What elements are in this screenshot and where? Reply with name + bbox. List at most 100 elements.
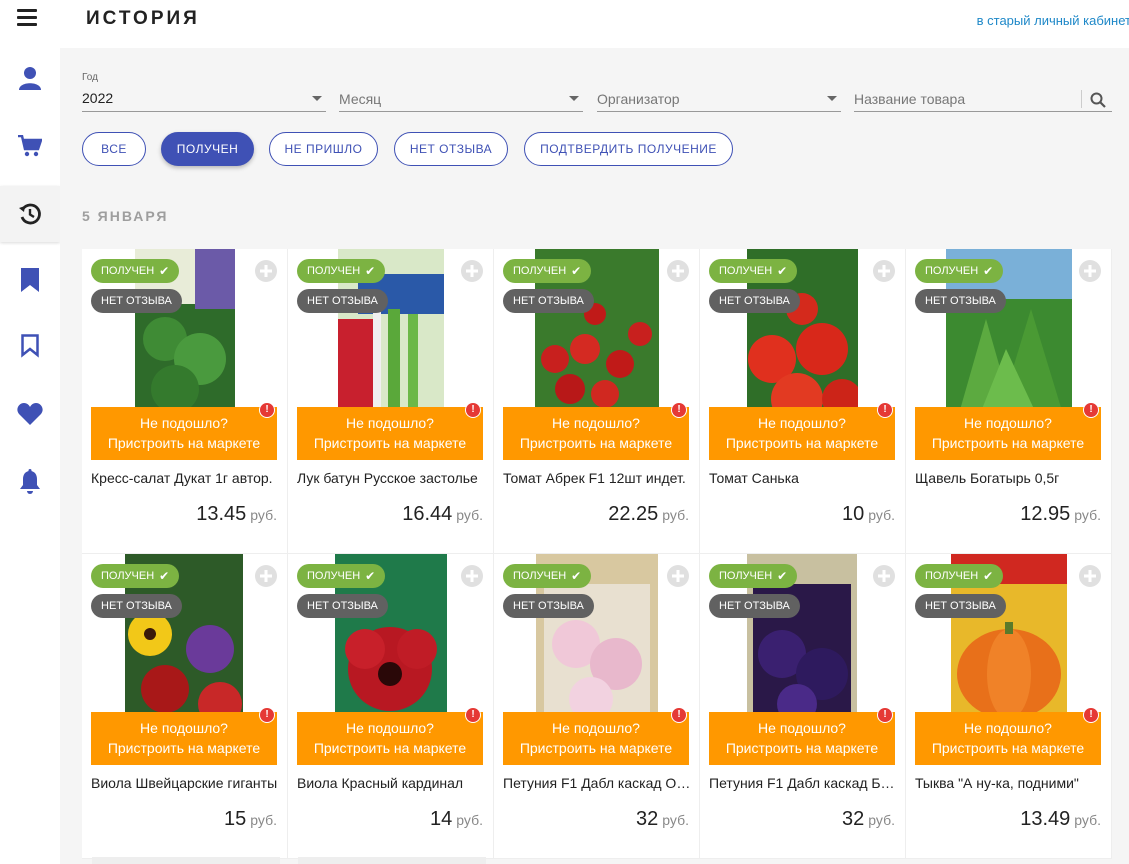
status-badge-received: ПОЛУЧЕН ✔ xyxy=(709,564,798,588)
add-to-list-icon[interactable] xyxy=(460,259,484,283)
product-card[interactable]: ПОЛУЧЕН ✔ НЕТ ОТЗЫВА Не подошло? Пристрои… xyxy=(82,554,288,859)
alert-icon: ! xyxy=(465,402,481,418)
chip-no-review[interactable]: НЕТ ОТЗЫВА xyxy=(394,132,508,166)
alert-icon: ! xyxy=(671,402,687,418)
product-card[interactable]: ПОЛУЧЕН ✔ НЕТ ОТЗЫВА Не подошло? Пристрои… xyxy=(288,249,494,554)
status-badge-no-review: НЕТ ОТЗЫВА xyxy=(297,594,388,618)
chip-not-arrived[interactable]: НЕ ПРИШЛО xyxy=(269,132,378,166)
resell-on-market-button[interactable]: Не подошло? Пристроить на маркете ! xyxy=(709,402,895,460)
add-to-list-icon[interactable] xyxy=(1078,564,1102,588)
status-badge-received: ПОЛУЧЕН ✔ xyxy=(503,564,592,588)
alert-icon: ! xyxy=(671,707,687,723)
sidebar-item-history[interactable] xyxy=(0,186,60,242)
product-name[interactable]: Петуния F1 Дабл каскад Орхид xyxy=(503,775,691,791)
check-icon: ✔ xyxy=(777,569,788,583)
product-card[interactable]: ПОЛУЧЕН ✔ НЕТ ОТЗЫВА Не подошло? Пристрои… xyxy=(82,249,288,554)
status-badge-no-review: НЕТ ОТЗЫВА xyxy=(297,289,388,313)
status-badge-received: ПОЛУЧЕН ✔ xyxy=(503,259,592,283)
status-badge-no-review: НЕТ ОТЗЫВА xyxy=(915,289,1006,313)
month-select[interactable]: Месяц xyxy=(339,68,583,112)
check-icon: ✔ xyxy=(159,569,170,583)
history-icon xyxy=(19,203,41,225)
add-to-list-icon[interactable] xyxy=(254,259,278,283)
resell-on-market-button[interactable]: Не подошло? Пристроить на маркете ! xyxy=(709,707,895,765)
status-badge-received: ПОЛУЧЕН ✔ xyxy=(297,259,386,283)
check-icon: ✔ xyxy=(571,569,582,583)
product-name[interactable]: Лук батун Русское застолье xyxy=(297,470,485,486)
alert-icon: ! xyxy=(877,402,893,418)
resell-on-market-button[interactable]: Не подошло? Пристроить на маркете ! xyxy=(503,402,689,460)
add-to-list-icon[interactable] xyxy=(872,564,896,588)
sidebar-item-bookmarks[interactable] xyxy=(0,252,60,308)
product-name[interactable]: Петуния F1 Дабл каскад Блю xyxy=(709,775,897,791)
sidebar xyxy=(0,40,60,864)
date-heading: 5 ЯНВАРЯ xyxy=(82,208,169,224)
check-icon: ✔ xyxy=(365,264,376,278)
organizer-select[interactable]: Организатор xyxy=(597,68,841,112)
product-name[interactable]: Виола Швейцарские гиганты xyxy=(91,775,279,791)
status-badge-no-review: НЕТ ОТЗЫВА xyxy=(915,594,1006,618)
add-to-list-icon[interactable] xyxy=(872,259,896,283)
product-card[interactable]: ПОЛУЧЕН ✔ НЕТ ОТЗЫВА Не подошло? Пристрои… xyxy=(288,554,494,859)
resell-on-market-button[interactable]: Не подошло? Пристроить на маркете ! xyxy=(297,402,483,460)
chevron-down-icon xyxy=(827,96,837,101)
search-icon[interactable] xyxy=(1090,92,1106,108)
menu-icon[interactable] xyxy=(17,9,37,27)
chip-all[interactable]: ВСЕ xyxy=(82,132,146,166)
alert-icon: ! xyxy=(465,707,481,723)
product-card[interactable]: ПОЛУЧЕН ✔ НЕТ ОТЗЫВА Не подошло? Пристрои… xyxy=(494,249,700,554)
status-badge-received: ПОЛУЧЕН ✔ xyxy=(91,564,180,588)
resell-on-market-button[interactable]: Не подошло? Пристроить на маркете ! xyxy=(91,707,277,765)
old-cabinet-link[interactable]: в старый личный кабинет xyxy=(977,13,1129,28)
organizer-placeholder: Организатор xyxy=(597,91,680,107)
resell-on-market-button[interactable]: Не подошло? Пристроить на маркете ! xyxy=(297,707,483,765)
product-card[interactable]: ПОЛУЧЕН ✔ НЕТ ОТЗЫВА Не подошло? Пристрои… xyxy=(906,249,1112,554)
check-icon: ✔ xyxy=(983,569,994,583)
product-card[interactable]: ПОЛУЧЕН ✔ НЕТ ОТЗЫВА Не подошло? Пристрои… xyxy=(906,554,1112,859)
product-name[interactable]: Кресс-салат Дукат 1г автор. xyxy=(91,470,279,486)
chip-confirm-receipt[interactable]: ПОДТВЕРДИТЬ ПОЛУЧЕНИЕ xyxy=(524,132,733,166)
resell-on-market-button[interactable]: Не подошло? Пристроить на маркете ! xyxy=(503,707,689,765)
product-grid: ПОЛУЧЕН ✔ НЕТ ОТЗЫВА Не подошло? Пристрои… xyxy=(82,249,1112,864)
add-to-list-icon[interactable] xyxy=(1078,259,1102,283)
sidebar-item-saved[interactable] xyxy=(0,318,60,374)
sidebar-item-cart[interactable] xyxy=(0,118,60,174)
sidebar-item-profile[interactable] xyxy=(0,50,60,106)
product-price: 13.45 руб. xyxy=(196,503,277,525)
resell-on-market-button[interactable]: Не подошло? Пристроить на маркете ! xyxy=(91,402,277,460)
year-select[interactable]: Год 2022 xyxy=(82,68,326,112)
product-card[interactable]: ПОЛУЧЕН ✔ НЕТ ОТЗЫВА Не подошло? Пристрои… xyxy=(700,554,906,859)
product-price: 15 руб. xyxy=(224,808,277,830)
cart-icon xyxy=(18,135,42,157)
sidebar-item-notifications[interactable] xyxy=(0,454,60,510)
resell-on-market-button[interactable]: Не подошло? Пристроить на маркете ! xyxy=(915,402,1101,460)
search-input[interactable] xyxy=(854,88,1079,110)
status-badge-no-review: НЕТ ОТЗЫВА xyxy=(91,289,182,313)
product-card[interactable]: ПОЛУЧЕН ✔ НЕТ ОТЗЫВА Не подошло? Пристрои… xyxy=(494,554,700,859)
product-name[interactable]: Тыква "А ну-ка, подними" xyxy=(915,775,1103,791)
product-name[interactable]: Виола Красный кардинал xyxy=(297,775,485,791)
product-price: 10 руб. xyxy=(842,503,895,525)
resell-on-market-button[interactable]: Не подошло? Пристроить на маркете ! xyxy=(915,707,1101,765)
year-value: 2022 xyxy=(82,90,114,106)
status-badge-no-review: НЕТ ОТЗЫВА xyxy=(709,594,800,618)
add-to-list-icon[interactable] xyxy=(666,259,690,283)
chip-received[interactable]: ПОЛУЧЕН xyxy=(161,132,254,166)
status-badge-received: ПОЛУЧЕН ✔ xyxy=(91,259,180,283)
product-name[interactable]: Томат Санька xyxy=(709,470,897,486)
product-name[interactable]: Томат Абрек F1 12шт индет. xyxy=(503,470,691,486)
top-bar: ИСТОРИЯ в старый личный кабинет xyxy=(0,0,1129,40)
product-price: 12.95 руб. xyxy=(1020,503,1101,525)
status-badge-no-review: НЕТ ОТЗЫВА xyxy=(503,594,594,618)
product-name[interactable]: Щавель Богатырь 0,5г xyxy=(915,470,1103,486)
page-title: ИСТОРИЯ xyxy=(86,8,200,29)
chevron-down-icon xyxy=(312,96,322,101)
year-label: Год xyxy=(82,72,98,83)
status-badge-no-review: НЕТ ОТЗЫВА xyxy=(709,289,800,313)
product-price: 16.44 руб. xyxy=(402,503,483,525)
product-card[interactable]: ПОЛУЧЕН ✔ НЕТ ОТЗЫВА Не подошло? Пристрои… xyxy=(700,249,906,554)
add-to-list-icon[interactable] xyxy=(460,564,484,588)
add-to-list-icon[interactable] xyxy=(254,564,278,588)
add-to-list-icon[interactable] xyxy=(666,564,690,588)
sidebar-item-favorites[interactable] xyxy=(0,386,60,442)
